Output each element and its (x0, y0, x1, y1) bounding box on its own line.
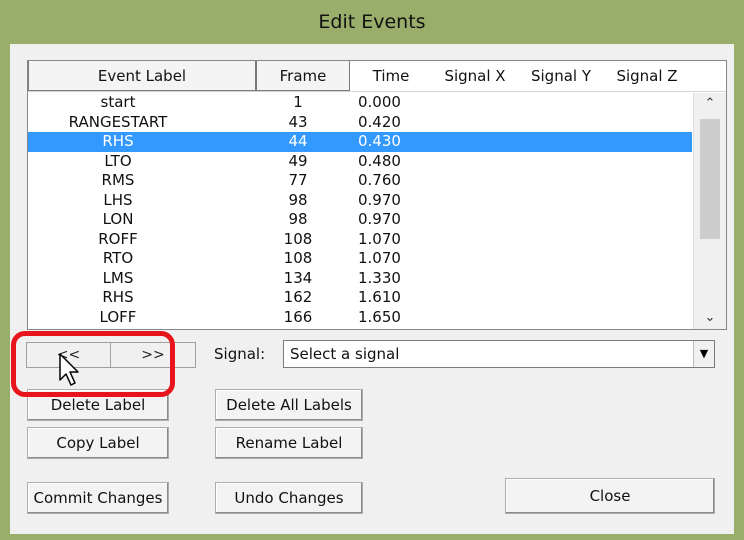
event-time: 0.430 (358, 132, 401, 150)
delete-all-labels-button[interactable]: Delete All Labels (215, 389, 363, 421)
table-row[interactable]: RHS 162 1.610 (28, 288, 692, 308)
close-button[interactable]: Close (505, 478, 715, 514)
event-frame: 108 (283, 249, 313, 267)
signal-select[interactable]: Select a signal ▼ (283, 340, 715, 368)
event-label: RANGESTART (68, 112, 168, 131)
table-row[interactable]: RANGESTART 43 0.420 (28, 113, 692, 133)
event-label: ROFF (98, 229, 138, 248)
event-time: 0.970 (358, 190, 401, 209)
event-frame: 162 (283, 288, 313, 306)
table-row[interactable]: RTO 108 1.070 (28, 249, 692, 269)
copy-label-button[interactable]: Copy Label (27, 427, 169, 459)
event-frame: 166 (283, 307, 313, 326)
event-label: LHS (103, 190, 133, 209)
event-time: 1.610 (358, 288, 401, 306)
event-frame: 98 (288, 210, 308, 228)
chevron-up-icon[interactable]: ⌃ (694, 93, 726, 115)
event-frame: 1 (293, 93, 303, 111)
dialog-body: Event Label Frame Time Signal X Signal Y… (10, 44, 734, 534)
event-time: 0.420 (358, 112, 401, 131)
event-time: 1.070 (358, 249, 401, 267)
event-time: 1.330 (358, 268, 401, 287)
annotation-highlight-ring (11, 331, 175, 397)
event-time: 0.000 (358, 93, 401, 111)
commit-changes-button[interactable]: Commit Changes (27, 482, 169, 514)
event-label: LOFF (99, 307, 137, 326)
chevron-down-icon[interactable]: ⌄ (694, 307, 726, 329)
event-frame: 98 (288, 190, 308, 209)
scroll-thumb[interactable] (700, 119, 720, 239)
event-label: RHS (102, 132, 134, 150)
table-row[interactable]: LHS 98 0.970 (28, 191, 692, 211)
caret-down-icon[interactable]: ▼ (693, 341, 714, 367)
table-row[interactable]: ROFF 108 1.070 (28, 230, 692, 250)
table-row[interactable]: LOFF 166 1.650 (28, 308, 692, 328)
table-row[interactable]: LMS 134 1.330 (28, 269, 692, 289)
table-row[interactable]: start 1 0.000 (28, 93, 692, 113)
undo-changes-button[interactable]: Undo Changes (215, 482, 363, 514)
column-header-event-label[interactable]: Event Label (28, 61, 256, 91)
rename-label-button[interactable]: Rename Label (215, 427, 363, 459)
event-time: 1.070 (358, 229, 401, 248)
list-rows: start 1 0.000 RANGESTART 43 0.420 RHS 44 0.430… (28, 93, 692, 329)
list-header: Event Label Frame Time Signal X Signal Y… (28, 61, 726, 92)
column-header-signal-z[interactable]: Signal Z (604, 61, 690, 91)
event-label: start (100, 93, 136, 111)
event-frame: 49 (288, 151, 308, 170)
signal-select-value: Select a signal (290, 345, 400, 363)
event-frame: 108 (283, 229, 313, 248)
signal-label: Signal: (214, 345, 266, 363)
event-frame: 44 (288, 132, 308, 150)
event-time: 0.480 (358, 151, 401, 170)
event-frame: 134 (283, 268, 313, 287)
window-title: Edit Events (318, 11, 426, 33)
event-label: RMS (101, 171, 135, 189)
event-label: LTO (104, 151, 132, 170)
event-label: LON (102, 210, 134, 228)
event-frame: 77 (288, 171, 308, 189)
events-list[interactable]: Event Label Frame Time Signal X Signal Y… (27, 60, 727, 330)
vertical-scrollbar[interactable]: ⌃ ⌄ (693, 93, 726, 329)
column-header-frame[interactable]: Frame (256, 61, 350, 91)
column-header-signal-x[interactable]: Signal X (432, 61, 518, 91)
event-label: RTO (102, 249, 134, 267)
event-frame: 43 (288, 112, 308, 131)
event-label: RHS (102, 288, 134, 306)
mouse-pointer-icon (59, 353, 79, 386)
table-row-selected[interactable]: RHS 44 0.430 (28, 132, 692, 152)
event-label: LMS (102, 268, 134, 287)
table-row[interactable]: RMS 77 0.760 (28, 171, 692, 191)
table-row[interactable]: LTO 49 0.480 (28, 152, 692, 172)
table-row[interactable]: LON 98 0.970 (28, 210, 692, 230)
column-header-signal-y[interactable]: Signal Y (518, 61, 604, 91)
column-header-time[interactable]: Time (350, 61, 432, 91)
event-time: 1.650 (358, 307, 401, 326)
event-time: 0.970 (358, 210, 401, 228)
event-time: 0.760 (358, 171, 401, 189)
